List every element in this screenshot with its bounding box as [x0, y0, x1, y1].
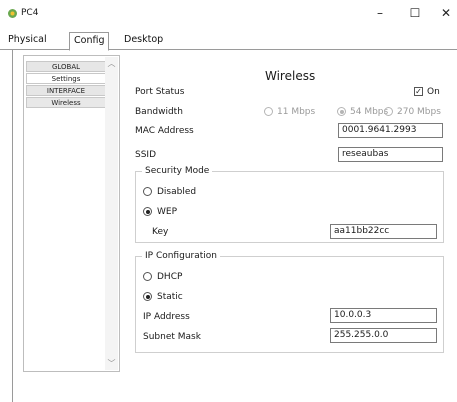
sidebar-item-wireless[interactable]: Wireless — [26, 97, 106, 108]
security-wep-label: WEP — [157, 207, 178, 217]
sidebar-item-global[interactable]: GLOBAL — [26, 61, 106, 72]
scroll-up-icon[interactable]: ︿ — [105, 57, 118, 70]
panel-title: Wireless — [265, 69, 316, 83]
bandwidth-label: Bandwidth — [135, 107, 183, 117]
port-status-value: On — [427, 87, 440, 97]
ip-static-radio[interactable] — [143, 292, 152, 301]
security-mode-legend: Security Mode — [142, 166, 213, 176]
minimize-button[interactable]: – — [369, 4, 391, 22]
scroll-down-icon[interactable]: ﹀ — [105, 357, 118, 370]
bandwidth-11-label: 11 Mbps — [277, 107, 316, 117]
bandwidth-54-radio[interactable] — [337, 107, 346, 116]
key-field[interactable]: aa11bb22cc — [330, 224, 437, 239]
packet-tracer-icon — [8, 9, 17, 18]
mac-address-field[interactable]: 0001.9641.2993 — [338, 123, 443, 138]
port-status-checkbox[interactable]: ✓ — [414, 87, 423, 96]
subnet-mask-label: Subnet Mask — [143, 332, 201, 342]
maximize-button[interactable]: ☐ — [404, 4, 426, 22]
key-label: Key — [152, 227, 169, 237]
sidebar-item-interface[interactable]: INTERFACE — [26, 85, 106, 96]
ip-static-label: Static — [157, 292, 183, 302]
tab-config[interactable]: Config — [69, 32, 110, 51]
security-wep-radio[interactable] — [143, 207, 152, 216]
tab-desktop[interactable]: Desktop — [120, 32, 167, 50]
ip-configuration-legend: IP Configuration — [142, 251, 220, 261]
ip-address-label: IP Address — [143, 312, 190, 322]
tab-bar: Physical Config Desktop — [0, 30, 457, 51]
ip-dhcp-label: DHCP — [157, 272, 183, 282]
ssid-field[interactable]: reseaubas — [338, 147, 443, 162]
window-left-border — [12, 50, 13, 402]
tab-physical[interactable]: Physical — [4, 32, 51, 50]
window-title: PC4 — [21, 8, 39, 18]
sidebar-scrollbar[interactable]: ︿ ﹀ — [105, 57, 118, 370]
config-sidebar: GLOBAL Settings INTERFACE Wireless ︿ ﹀ — [23, 55, 120, 372]
port-status-label: Port Status — [135, 87, 185, 97]
sidebar-item-settings[interactable]: Settings — [26, 73, 106, 84]
bandwidth-270-label: 270 Mbps — [397, 107, 441, 117]
ip-dhcp-radio[interactable] — [143, 272, 152, 281]
security-disabled-label: Disabled — [157, 187, 197, 197]
subnet-mask-field[interactable]: 255.255.0.0 — [330, 328, 437, 343]
security-disabled-radio[interactable] — [143, 187, 152, 196]
mac-address-label: MAC Address — [135, 126, 194, 136]
bandwidth-270-radio[interactable] — [384, 107, 393, 116]
title-bar: PC4 – ☐ ✕ — [0, 0, 457, 28]
bandwidth-54-label: 54 Mbps — [350, 107, 389, 117]
bandwidth-11-radio[interactable] — [264, 107, 273, 116]
ip-address-field[interactable]: 10.0.0.3 — [330, 308, 437, 323]
close-button[interactable]: ✕ — [435, 4, 457, 22]
ssid-label: SSID — [135, 150, 157, 160]
